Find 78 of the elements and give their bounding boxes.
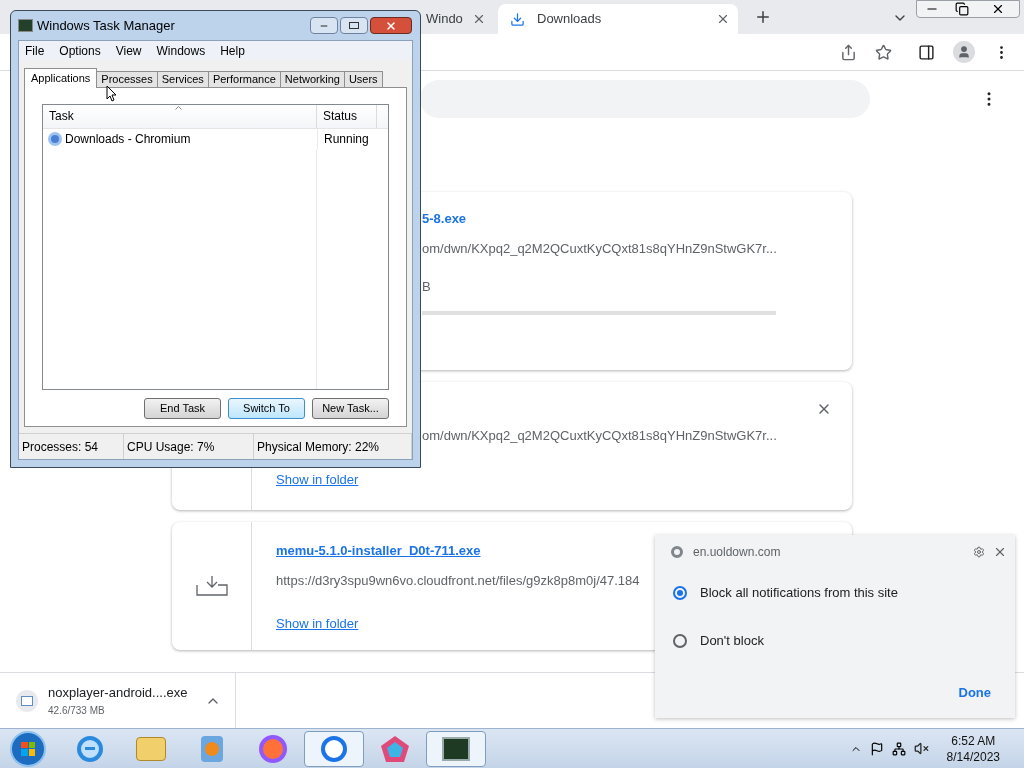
monitor-icon [18, 19, 33, 32]
bookmark-star-icon[interactable] [875, 43, 892, 61]
download-icon [510, 11, 525, 27]
side-panel-icon[interactable] [918, 43, 935, 61]
menu-item[interactable]: View [115, 41, 142, 60]
browser-tab[interactable]: Downloads [498, 4, 738, 34]
file-url: om/dwn/KXpq2_q2M2QCuxtKyCQxt81s8qYHnZ9nStwGK7r... [422, 427, 778, 445]
new-tab-icon[interactable] [754, 8, 772, 26]
clock[interactable]: 6:52 AM 8/14/2023 [946, 732, 1000, 765]
file-name-link[interactable]: memu-5.1.0-installer_D0t-711.exe [276, 541, 481, 561]
task-row[interactable]: Downloads - Chromium Running [43, 129, 388, 149]
menu-item[interactable]: Windows [156, 41, 206, 60]
radio-option[interactable]: Block all notifications from this site [655, 569, 1015, 617]
table-cell: Running [317, 129, 375, 149]
installer-icon [16, 689, 38, 712]
tab[interactable]: Networking [279, 71, 345, 88]
close-icon[interactable] [991, 2, 1005, 16]
tab-title: Downloads [537, 10, 603, 29]
status-text: Physical Memory: 22% [254, 434, 412, 459]
menu-item[interactable]: File [25, 41, 45, 60]
show-in-folder-link[interactable]: Show in folder [276, 469, 359, 489]
close-button[interactable] [370, 17, 412, 34]
window-title: Windows Task Manager [37, 16, 176, 35]
status-text: CPU Usage: 7% [124, 434, 254, 459]
restore-icon[interactable] [955, 2, 969, 16]
profile-avatar[interactable] [953, 41, 975, 63]
tab[interactable]: Processes [96, 71, 158, 88]
close-icon [385, 19, 397, 32]
column-header[interactable]: Task [43, 105, 317, 128]
tab-title: Windo [426, 10, 464, 29]
clock-time: 6:52 AM [951, 732, 996, 749]
option-label: Don't block [700, 632, 764, 651]
done-button[interactable]: Done [958, 682, 991, 702]
file-url: om/dwn/KXpq2_q2M2QCuxtKyCQxt81s8qYHnZ9nStwGK7r... [422, 239, 778, 258]
download-status: B [422, 278, 432, 296]
flag-icon[interactable] [869, 741, 884, 756]
clock-date: 8/14/2023 [946, 748, 1000, 765]
column-header[interactable]: Status [317, 105, 377, 128]
radio-option[interactable]: Don't block [655, 617, 1015, 665]
dialog-button[interactable]: New Task... [312, 398, 389, 419]
windows-logo-icon [21, 741, 35, 756]
speaker-muted-icon[interactable] [913, 741, 929, 756]
folder-icon [136, 736, 166, 761]
menu-item[interactable]: Help [220, 41, 245, 60]
site-icon [671, 546, 683, 558]
download-file-name: noxplayer-android....exe [48, 684, 188, 703]
download-size: 42.6/733 MB [48, 703, 106, 718]
ring-browser-icon [321, 735, 347, 762]
tab[interactable]: Services [156, 71, 209, 88]
tab[interactable]: Applications [24, 68, 98, 88]
file-url: https://d3ry3spu9wn6vo.cloudfront.net/files/g9zk8p8m0j/47.184 [276, 571, 640, 590]
status-text: Processes: 54 [19, 434, 124, 459]
radio-button[interactable] [673, 586, 687, 600]
table-cell-text: Downloads - Chromium [65, 131, 191, 148]
person-icon [957, 45, 971, 59]
browser-tab[interactable]: Windo [426, 4, 494, 34]
network-icon[interactable] [891, 741, 906, 756]
option-label: Block all notifications from this site [700, 584, 898, 603]
tab[interactable]: Performance [207, 71, 281, 88]
ring-browser-icon [48, 132, 62, 146]
pentagon-logo-icon [380, 734, 410, 763]
settings-icon[interactable] [973, 546, 985, 558]
dialog-button[interactable]: End Task [144, 398, 221, 419]
menu-item[interactable]: Options [59, 41, 101, 60]
dialog-button[interactable]: Switch To [228, 398, 305, 419]
maximize-icon [349, 22, 359, 29]
maximize-button[interactable] [340, 17, 368, 34]
close-icon[interactable] [716, 12, 730, 26]
share-icon[interactable] [840, 43, 857, 61]
file-name-link[interactable]: 5-8.exe [422, 209, 852, 229]
site-name: en.uoldown.com [693, 544, 782, 561]
radio-button[interactable] [673, 634, 687, 648]
tab[interactable]: Users [343, 71, 383, 88]
download-tray-icon [195, 575, 228, 597]
search-field[interactable] [420, 80, 870, 118]
taskbar-app[interactable] [426, 730, 486, 767]
start-button[interactable] [10, 730, 46, 767]
show-in-folder-link[interactable]: Show in folder [276, 614, 359, 634]
